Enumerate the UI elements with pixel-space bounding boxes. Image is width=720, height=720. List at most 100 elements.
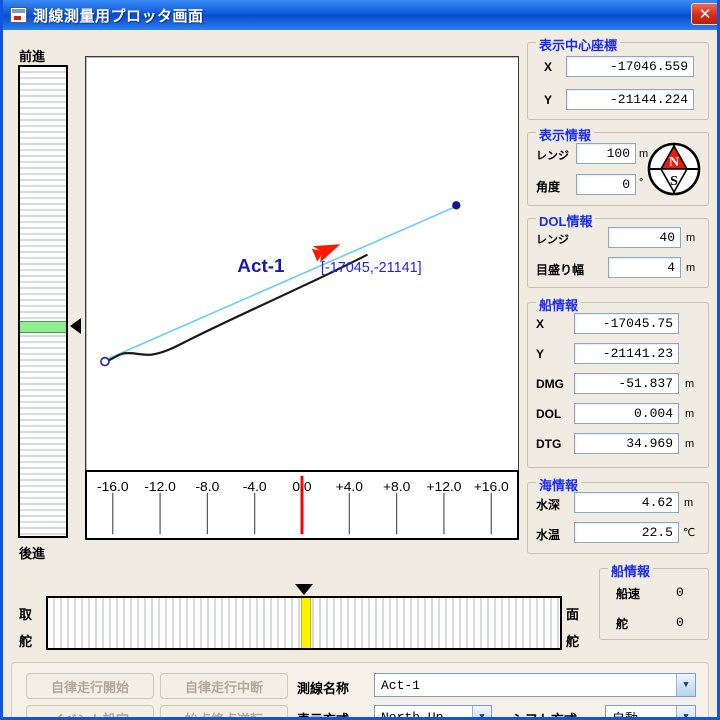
vessel-speed-value: 0 <box>676 585 684 600</box>
line-name-label: 測線名称 <box>297 678 349 697</box>
dol-gradation-label: 目盛り幅 <box>536 261 584 278</box>
rudder-port-label-1: 取 <box>19 604 32 623</box>
group-dol-info: DOL情報 レンジ 40 m 目盛り幅 4 m <box>527 218 709 288</box>
dol-tick-label: +12.0 <box>426 479 461 494</box>
dol-gradation-value[interactable]: 4 <box>608 257 681 278</box>
shift-mode-value: 自動 <box>606 708 676 720</box>
start-autorun-button[interactable]: 自律走行開始 <box>26 673 154 699</box>
plot-line-label: Act-1 <box>237 256 284 277</box>
dol-range-unit: m <box>686 232 695 244</box>
throttle-reverse-label: 後進 <box>19 543 45 562</box>
bottom-control-bar: 自律走行開始 自律走行中断 イベント設定 始点終点逆転 測線名称 Act-1 ▼… <box>11 662 709 720</box>
sea-temp-label: 水温 <box>536 526 560 543</box>
sea-depth-unit: m <box>684 497 693 509</box>
dol-tick-label: +4.0 <box>336 479 363 494</box>
app-icon <box>10 7 27 23</box>
compass-rose-icon: N S <box>646 141 702 197</box>
center-y-label: Y <box>544 93 552 107</box>
vessel-row-value[interactable]: 0.004 <box>574 403 679 424</box>
sea-depth-label: 水深 <box>536 496 560 513</box>
vessel-row-label: Y <box>536 347 544 361</box>
dol-tick-label: +16.0 <box>474 479 509 494</box>
dol-tick-label: -8.0 <box>195 479 219 494</box>
vessel-row-unit: m <box>685 438 694 450</box>
chevron-down-icon: ▼ <box>472 706 491 720</box>
vessel-rudder-value: 0 <box>676 615 684 630</box>
rudder-port-label-2: 舵 <box>19 631 32 650</box>
center-y-value[interactable]: -21144.224 <box>566 89 694 110</box>
dol-scale-bar: -16.0 -12.0 -8.0 -4.0 0.0 +4.0 +8.0 +12.0 +16.0 <box>85 470 519 540</box>
throttle-gauge <box>18 65 68 538</box>
vessel-row-value[interactable]: -21141.23 <box>574 343 679 364</box>
center-x-value[interactable]: -17046.559 <box>566 56 694 77</box>
group-vessel-status: 船情報 船速 0 舵 0 <box>599 568 709 640</box>
throttle-indicator <box>20 321 66 333</box>
rudder-starboard-label-1: 面 <box>566 604 579 623</box>
dol-tick-label: +8.0 <box>383 479 410 494</box>
throttle-marker-icon <box>70 318 81 334</box>
chevron-down-icon: ▼ <box>676 706 695 720</box>
vessel-row-unit: m <box>685 408 694 420</box>
vessel-row-label: DMG <box>536 377 564 391</box>
shift-mode-select[interactable]: 自動 ▼ <box>605 705 696 720</box>
vessel-row-value[interactable]: -51.837 <box>574 373 679 394</box>
compass-south-label: S <box>670 174 678 189</box>
group-dol-info-title: DOL情報 <box>536 211 595 230</box>
rudder-marker-icon <box>295 584 313 595</box>
group-display-info-title: 表示情報 <box>536 125 594 144</box>
throttle-forward-label: 前進 <box>19 46 45 65</box>
dol-gradation-unit: m <box>686 262 695 274</box>
display-angle-unit: ° <box>639 177 643 189</box>
client-area: 前進 後進 Act-1 <box>3 30 717 717</box>
display-angle-value[interactable]: 0 <box>576 174 636 195</box>
vessel-row-label: DTG <box>536 437 561 451</box>
group-vessel-info: 船情報 X-17045.75Y-21141.23DMG-51.837mDOL0.… <box>527 302 709 468</box>
plot-position-label: [-17045,-21141] <box>321 260 422 276</box>
event-settings-button[interactable]: イベント設定 <box>26 705 154 720</box>
group-vessel-status-title: 船情報 <box>608 561 653 580</box>
line-name-select[interactable]: Act-1 ▼ <box>374 673 696 697</box>
sea-temp-unit: ℃ <box>683 526 695 539</box>
chevron-down-icon: ▼ <box>676 674 695 696</box>
vessel-speed-label: 船速 <box>616 585 640 602</box>
vessel-row-label: DOL <box>536 407 561 421</box>
reverse-endpoints-button[interactable]: 始点終点逆転 <box>160 705 288 720</box>
vessel-row-label: X <box>536 317 544 331</box>
center-x-label: X <box>544 60 552 74</box>
dol-range-label: レンジ <box>536 231 569 247</box>
group-display-info: 表示情報 レンジ 100 m 角度 0 ° N S <box>527 132 709 206</box>
display-range-value[interactable]: 100 <box>576 143 636 164</box>
group-center-coords-title: 表示中心座標 <box>536 35 620 54</box>
close-icon[interactable]: ✕ <box>691 3 719 25</box>
dol-range-value[interactable]: 40 <box>608 227 681 248</box>
display-mode-label: 表示方式 <box>297 709 349 720</box>
chart-plot-area[interactable]: Act-1 [-17045,-21141] <box>85 56 519 490</box>
rudder-starboard-label-2: 舵 <box>566 631 579 650</box>
group-vessel-info-title: 船情報 <box>536 295 581 314</box>
display-angle-label: 角度 <box>536 178 560 195</box>
window-title: 測線測量用プロッタ画面 <box>33 5 204 26</box>
sea-temp-value[interactable]: 22.5 <box>574 522 679 543</box>
vessel-row-value[interactable]: 34.969 <box>574 433 679 454</box>
display-mode-select[interactable]: North Up ▼ <box>374 705 492 720</box>
compass-north-label: N <box>669 155 679 170</box>
sea-depth-value[interactable]: 4.62 <box>574 492 679 513</box>
abort-autorun-button[interactable]: 自律走行中断 <box>160 673 288 699</box>
group-sea-info: 海情報 水深 4.62 m 水温 22.5 ℃ <box>527 482 709 554</box>
line-name-value: Act-1 <box>375 678 676 693</box>
vessel-row-value[interactable]: -17045.75 <box>574 313 679 334</box>
vessel-row-unit: m <box>685 378 694 390</box>
shift-mode-label: シフト方式 <box>512 709 577 720</box>
dol-tick-label: -12.0 <box>144 479 176 494</box>
vessel-rudder-label: 舵 <box>616 615 628 632</box>
dol-tick-label: 0.0 <box>292 479 311 494</box>
display-range-label: レンジ <box>536 147 569 163</box>
rudder-indicator <box>301 598 311 648</box>
title-bar: 測線測量用プロッタ画面 ✕ <box>3 0 720 30</box>
rudder-gauge <box>46 596 562 650</box>
group-center-coords: 表示中心座標 X -17046.559 Y -21144.224 <box>527 42 709 120</box>
plotter-window: 測線測量用プロッタ画面 ✕ 前進 後進 <box>0 0 720 720</box>
dol-tick-label: -16.0 <box>97 479 129 494</box>
dol-tick-label: -4.0 <box>243 479 267 494</box>
display-mode-value: North Up <box>375 710 472 720</box>
